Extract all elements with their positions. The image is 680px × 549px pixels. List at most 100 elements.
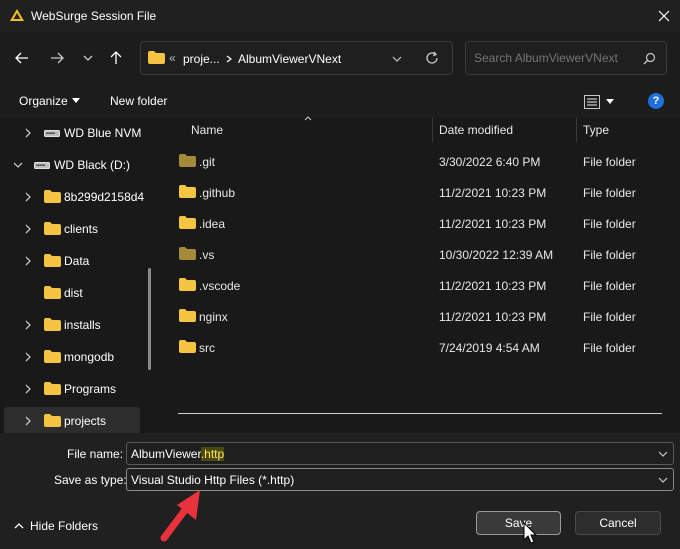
forward-button[interactable] [45,44,69,72]
help-button[interactable]: ? [648,93,664,109]
file-name-field[interactable]: AlbumViewer.http [126,442,674,465]
caret-down-icon [71,98,80,103]
drive-icon [34,160,50,170]
folder-icon [44,222,61,235]
change-view-button[interactable] [584,92,622,112]
chevron-down-icon[interactable] [12,159,24,171]
nav-item[interactable]: clients [4,215,140,243]
chevron-right-icon [25,256,31,266]
chevron-down-icon[interactable] [657,448,669,460]
folder-icon [179,247,196,260]
hide-folders-toggle[interactable]: Hide Folders [14,519,98,533]
back-button[interactable] [10,44,34,72]
file-type-cell: File folder [583,279,636,293]
refresh-icon[interactable] [425,51,439,65]
chevron-right-icon[interactable] [22,127,34,139]
breadcrumb-item[interactable]: AlbumViewerVNext [238,52,341,66]
file-name-cell: nginx [199,310,228,324]
nav-item-label: WD Blue NVM [64,126,142,140]
folder-icon [44,286,61,299]
up-button[interactable] [104,44,128,72]
search-input[interactable] [474,51,634,65]
chevron-right-icon[interactable] [22,351,34,363]
file-name-cell: .github [199,186,236,200]
chevron-right-icon [25,224,31,234]
chevron-right-icon[interactable] [22,415,34,427]
new-folder-button[interactable]: New folder [110,94,167,108]
nav-item-label: dist [64,286,83,300]
folder-icon [179,216,196,229]
file-row[interactable]: .github 11/2/2021 10:23 PM File folder [170,177,680,207]
file-date-cell: 10/30/2022 12:39 AM [439,248,554,262]
search-box[interactable] [465,41,667,75]
chevron-right-icon[interactable] [22,383,34,395]
file-name-input[interactable]: AlbumViewer.http [131,447,225,461]
folder-icon [44,382,61,395]
nav-item-label: clients [64,222,99,236]
nav-item-label: WD Black (D:) [54,158,130,172]
nav-item[interactable]: installs [4,311,140,339]
chevron-right-icon[interactable] [22,223,34,235]
file-type-cell: File folder [583,341,636,355]
file-row[interactable]: .vscode 11/2/2021 10:23 PM File folder [170,270,680,300]
breadcrumb-overflow[interactable]: « [169,51,176,65]
column-header-type[interactable]: Type [583,123,609,137]
nav-item[interactable]: dist [4,279,140,307]
nav-item[interactable]: WD Blue NVM [4,119,142,147]
chevron-right-icon [25,352,31,362]
folder-icon [179,154,196,167]
chevron-down-icon [13,162,23,168]
file-row[interactable]: nginx 11/2/2021 10:23 PM File folder [170,301,680,331]
file-name-cell: .vscode [199,279,241,293]
file-row[interactable]: .git 3/30/2022 6:40 PM File folder [170,146,680,176]
hide-folders-label: Hide Folders [30,519,99,533]
folder-icon [44,318,61,331]
breadcrumb-item[interactable]: proje... [183,52,220,66]
nav-item[interactable]: Programs [4,375,140,403]
save-button[interactable]: Save [476,511,561,535]
folder-icon [44,222,61,235]
file-date-cell: 11/2/2021 10:23 PM [439,279,547,293]
file-type-cell: File folder [583,248,636,262]
chevron-right-icon[interactable] [22,255,34,267]
nav-item[interactable]: Data [4,247,140,275]
nav-item-label: Programs [64,382,117,396]
nav-item[interactable]: 8b299d2158d4 [4,183,144,211]
column-divider[interactable] [432,118,433,142]
column-divider[interactable] [576,118,577,142]
file-row[interactable]: .vs 10/30/2022 12:39 AM File folder [170,239,680,269]
folder-icon [44,286,61,299]
chevron-down-icon [83,55,93,61]
cancel-button[interactable]: Cancel [575,511,661,535]
chevron-right-icon [25,416,31,426]
folder-icon [179,309,196,322]
folder-icon [179,154,196,167]
horizontal-scrollbar[interactable] [178,413,662,414]
window-title: WebSurge Session File [31,9,157,23]
organize-menu[interactable]: Organize [19,94,80,108]
chevron-right-icon[interactable] [22,191,34,203]
nav-item[interactable]: mongodb [4,343,140,371]
file-type-cell: File folder [583,186,636,200]
drive-icon [34,162,50,169]
file-row[interactable]: .idea 11/2/2021 10:23 PM File folder [170,208,680,238]
nav-item[interactable]: projects [4,407,140,435]
drive-icon [44,130,60,137]
folder-icon [44,254,61,267]
column-header-name[interactable]: Name [191,123,223,137]
chevron-down-icon[interactable] [392,55,402,63]
navigation-scrollbar[interactable] [148,268,151,370]
file-row[interactable]: src 7/24/2019 4:54 AM File folder [170,332,680,362]
chevron-right-icon[interactable] [22,319,34,331]
file-name-base: AlbumViewer [131,447,201,461]
folder-icon [179,278,196,291]
search-icon [643,52,656,65]
recent-locations-button[interactable] [76,44,100,72]
close-button[interactable] [652,4,676,28]
arrow-left-icon [15,52,28,64]
arrow-up-icon [110,51,122,64]
column-header-date-modified[interactable]: Date modified [439,123,513,137]
address-bar[interactable]: « proje... AlbumViewerVNext [140,41,453,75]
nav-item[interactable]: WD Black (D:) [4,151,140,179]
folder-icon [148,51,165,64]
